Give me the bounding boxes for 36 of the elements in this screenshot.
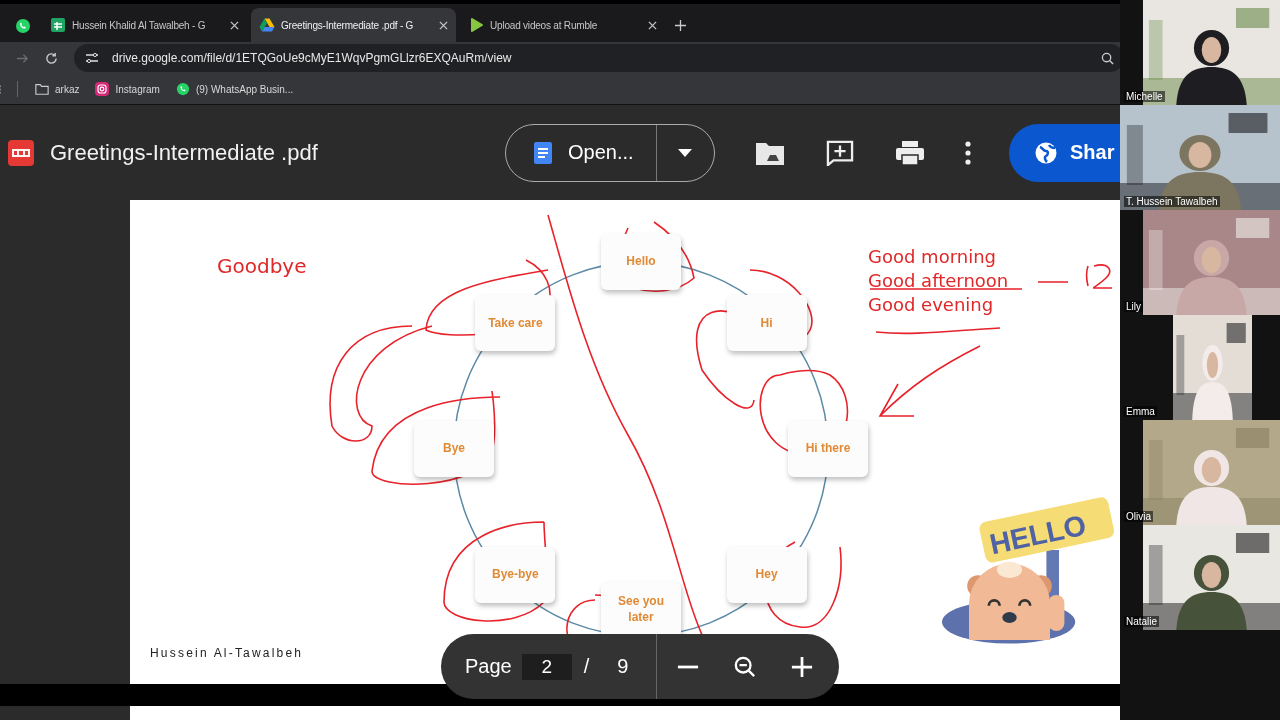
page-number-field[interactable]: 2 — [521, 653, 572, 680]
greeting-card: Take care — [475, 295, 556, 352]
page-separator: / — [583, 655, 590, 678]
handwritten-note: Good evening — [868, 293, 995, 317]
page-label: Page — [465, 655, 512, 678]
bookmark[interactable]: Instagram — [92, 82, 163, 96]
author-credit: Hussein Al-Tawalbeh — [150, 646, 304, 660]
browser-tab[interactable]: Upload videos at Rumble — [460, 8, 665, 42]
bear-sign-drawing: HELLO — [942, 496, 1122, 658]
handwritten-note: Good afternoon — [868, 269, 1009, 293]
share-button[interactable]: Shar — [1009, 123, 1121, 182]
participant-name: T. Hussein Tawalbeh — [1124, 196, 1220, 207]
greeting-card: Bye — [414, 421, 494, 477]
greeting-card: Bye-bye — [475, 546, 556, 603]
participant-name: Michelle — [1124, 91, 1165, 102]
tab-title: Hussein Khalid Al Tawalbeh - G — [72, 19, 207, 31]
open-with-button[interactable]: Open... — [506, 124, 657, 181]
handwritten-note: Goodbye — [217, 254, 307, 278]
handwritten-note: Good morning — [868, 245, 997, 269]
participant-name: Lily — [1124, 301, 1143, 312]
participant-name: Olivia — [1124, 511, 1153, 522]
file-title: Greetings-Intermediate .pdf — [50, 139, 319, 166]
bookmark[interactable]: (9) WhatsApp Busin... — [172, 82, 297, 96]
participant-name: Natalie — [1124, 616, 1160, 627]
greeting-card: Hello — [601, 234, 681, 290]
greeting-card: Hi there — [788, 421, 868, 477]
greeting-card: Hey — [726, 546, 807, 603]
greeting-card: Hi — [726, 295, 807, 352]
url-text: drive.google.com/file/d/1ETQGoUe9cMyE1WqvPgmGLlzr6EXQAuRm/view — [112, 51, 513, 65]
tab-title: Upload videos at Rumble — [490, 19, 599, 31]
browser-tab[interactable]: Hussein Khalid Al Tawalbeh - G — [42, 8, 247, 42]
page-total: 9 — [617, 655, 629, 678]
participant-name: Emma — [1124, 406, 1157, 417]
bookmark[interactable]: arkaz — [32, 82, 83, 96]
tab-title: Greetings-Intermediate .pdf - G — [281, 19, 415, 31]
browser-tab[interactable]: Greetings-Intermediate .pdf - G — [251, 8, 456, 42]
